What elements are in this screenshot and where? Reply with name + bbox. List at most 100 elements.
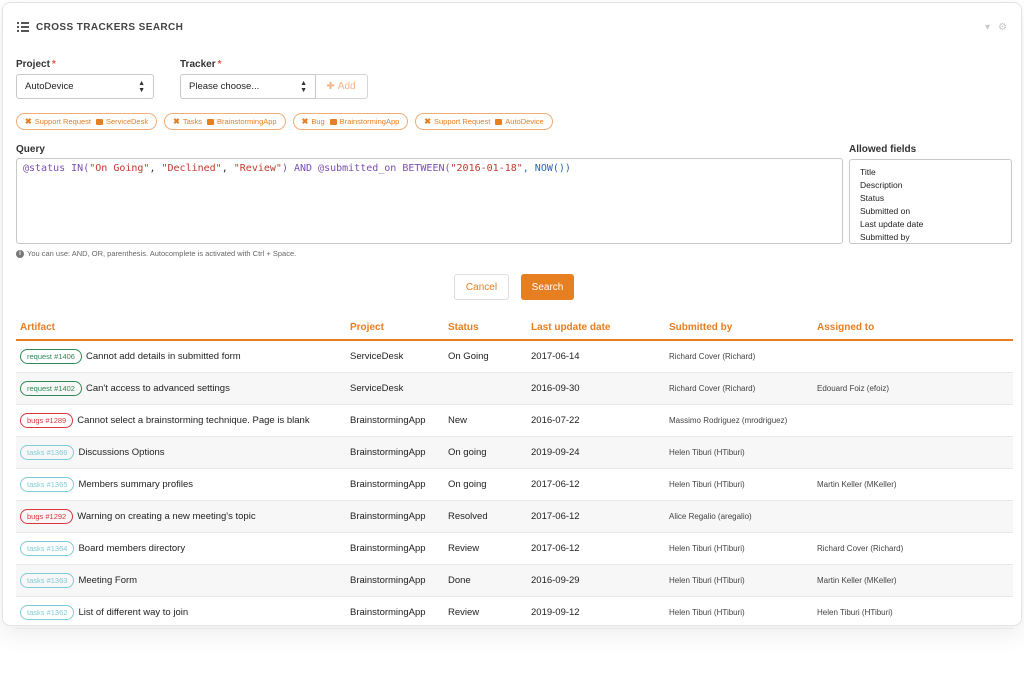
tracker-select[interactable]: Please choose... ▲ ▼ — [180, 74, 316, 99]
table-row[interactable]: request #1402 Can't access to advanced se… — [16, 372, 1013, 405]
date-cell: 2017-06-12 — [527, 500, 665, 533]
tracker-chip[interactable]: ✖ Bug BrainstormingApp — [292, 113, 409, 130]
artifact-badge[interactable]: request #1406 — [20, 348, 82, 364]
submitted-by-cell: Richard Cover (Richard) — [665, 340, 813, 373]
artifact-badge[interactable]: tasks #1366 — [20, 444, 75, 460]
project-cell: BrainstormingApp — [346, 404, 444, 437]
project-select-value: AutoDevice — [25, 81, 74, 92]
allowed-field[interactable]: Submitted on — [860, 205, 1001, 218]
panel-title: CROSS TRACKERS SEARCH — [36, 21, 184, 33]
submitted-by-cell: Helen Tiburi (HTiburi) — [665, 564, 813, 597]
allowed-fields-list[interactable]: Title Description Status Submitted on La… — [849, 159, 1012, 244]
project-select[interactable]: AutoDevice ▲ ▼ — [16, 74, 154, 99]
status-cell: New — [444, 404, 527, 437]
select-arrows-icon: ▲ ▼ — [300, 80, 307, 94]
artifact-title[interactable]: Can't access to advanced settings — [86, 383, 230, 394]
column-header-status[interactable]: Status — [444, 315, 527, 341]
assigned-to-cell: Edouard Foiz (efoiz) — [813, 372, 1013, 405]
artifact-title[interactable]: Discussions Options — [78, 447, 164, 458]
assigned-to-cell — [813, 340, 1013, 373]
artifact-title[interactable]: Members summary profiles — [78, 479, 193, 490]
allowed-field[interactable]: Status — [860, 192, 1001, 205]
list-icon — [17, 22, 29, 32]
assigned-to-cell: Richard Cover (Richard) — [813, 532, 1013, 565]
artifact-badge[interactable]: tasks #1363 — [20, 572, 75, 588]
query-token: , — [149, 163, 162, 174]
status-cell — [444, 372, 527, 405]
submitted-by-cell: Helen Tiburi (HTiburi) — [665, 532, 813, 565]
artifact-badge[interactable]: tasks #1365 — [20, 476, 75, 492]
remove-icon[interactable]: ✖ — [25, 117, 32, 126]
project-label: Project * — [16, 59, 56, 70]
artifact-cell: tasks #1363 Meeting Form — [16, 564, 346, 597]
artifact-badge[interactable]: bugs #1289 — [20, 412, 74, 428]
artifact-title[interactable]: Warning on creating a new meeting's topi… — [77, 511, 255, 522]
query-editor[interactable]: @status IN("On Going", "Declined", "Revi… — [16, 158, 843, 244]
project-cell: BrainstormingApp — [346, 468, 444, 501]
artifact-title[interactable]: Cannot add details in submitted form — [86, 351, 241, 362]
table-row[interactable]: bugs #1289 Cannot select a brainstorming … — [16, 404, 1013, 437]
artifact-cell: request #1402 Can't access to advanced se… — [16, 372, 346, 405]
column-header-assigned-to[interactable]: Assigned to — [813, 315, 1013, 341]
artifact-title[interactable]: Cannot select a brainstorming technique.… — [77, 415, 309, 426]
allowed-field[interactable]: Title — [860, 166, 1001, 179]
column-header-artifact[interactable]: Artifact — [16, 315, 346, 341]
table-row[interactable]: tasks #1363 Meeting Form BrainstormingApp D… — [16, 564, 1013, 597]
cancel-button[interactable]: Cancel — [454, 274, 509, 300]
artifact-cell: tasks #1366 Discussions Options — [16, 436, 346, 469]
table-row[interactable]: tasks #1364 Board members directory Brains… — [16, 532, 1013, 565]
status-cell: Resolved — [444, 500, 527, 533]
query-label: Query — [16, 144, 45, 155]
remove-icon[interactable]: ✖ — [424, 117, 431, 126]
column-header-submitted-by[interactable]: Submitted by — [665, 315, 813, 341]
tracker-chip[interactable]: ✖ Tasks BrainstormingApp — [164, 113, 286, 130]
table-row[interactable]: bugs #1292 Warning on creating a new meet… — [16, 500, 1013, 533]
table-row[interactable]: tasks #1366 Discussions Options Brainstorm… — [16, 436, 1013, 469]
artifact-badge[interactable]: tasks #1362 — [20, 604, 75, 620]
plus-icon: ✚ — [326, 81, 335, 92]
gear-icon[interactable]: ⚙ — [998, 22, 1007, 33]
cross-trackers-panel: CROSS TRACKERS SEARCH ▾ ⚙ Project * AutoD… — [2, 2, 1022, 629]
tracker-chip[interactable]: ✖ Support Request AutoDevice — [415, 113, 553, 130]
allowed-field[interactable]: Last update date — [860, 218, 1001, 231]
submitted-by-cell: Alice Regalio (aregalio) — [665, 500, 813, 533]
add-tracker-button[interactable]: ✚ Add — [315, 74, 368, 99]
query-hint: i You can use: AND, OR, parenthesis. Aut… — [16, 249, 296, 258]
date-cell: 2017-06-14 — [527, 340, 665, 373]
submitted-by-cell: Helen Tiburi (HTiburi) — [665, 436, 813, 469]
submitted-by-cell: Helen Tiburi (HTiburi) — [665, 468, 813, 501]
artifact-title[interactable]: List of different way to join — [78, 607, 188, 618]
allowed-field[interactable]: Submitted by — [860, 231, 1001, 243]
remove-icon[interactable]: ✖ — [173, 117, 180, 126]
project-cell: BrainstormingApp — [346, 436, 444, 469]
project-cell: ServiceDesk — [346, 340, 444, 373]
table-header-row: Artifact Project Status Last update date… — [16, 315, 1013, 341]
column-header-last-update[interactable]: Last update date — [527, 315, 665, 341]
table-row[interactable]: request #1406 Cannot add details in submi… — [16, 340, 1013, 373]
table-row[interactable]: tasks #1365 Members summary profiles Brain… — [16, 468, 1013, 501]
project-icon — [495, 118, 503, 125]
project-cell: BrainstormingApp — [346, 596, 444, 629]
artifact-cell: request #1406 Cannot add details in submi… — [16, 340, 346, 373]
table-row[interactable]: tasks #1362 List of different way to join… — [16, 596, 1013, 629]
assigned-to-cell: Martin Keller (MKeller) — [813, 564, 1013, 597]
allowed-field[interactable]: Description — [860, 179, 1001, 192]
query-token: , — [221, 163, 234, 174]
artifact-title[interactable]: Board members directory — [78, 543, 185, 554]
artifact-title[interactable]: Meeting Form — [78, 575, 137, 586]
status-cell: On Going — [444, 340, 527, 373]
tracker-label: Tracker * — [180, 59, 222, 70]
allowed-fields-label: Allowed fields — [849, 144, 917, 155]
query-token: "Declined" — [161, 163, 222, 174]
tracker-chip[interactable]: ✖ Support Request ServiceDesk — [16, 113, 158, 130]
remove-icon[interactable]: ✖ — [302, 117, 309, 126]
column-header-project[interactable]: Project — [346, 315, 444, 341]
search-button[interactable]: Search — [521, 274, 574, 300]
submitted-by-cell: Massimo Rodriguez (mrodriguez) — [665, 404, 813, 437]
artifact-cell: tasks #1362 List of different way to join — [16, 596, 346, 629]
artifact-badge[interactable]: tasks #1364 — [20, 540, 75, 556]
artifact-badge[interactable]: request #1402 — [20, 380, 82, 396]
artifact-badge[interactable]: bugs #1292 — [20, 508, 74, 524]
collapse-icon[interactable]: ▾ — [985, 22, 990, 33]
project-icon — [206, 118, 214, 125]
